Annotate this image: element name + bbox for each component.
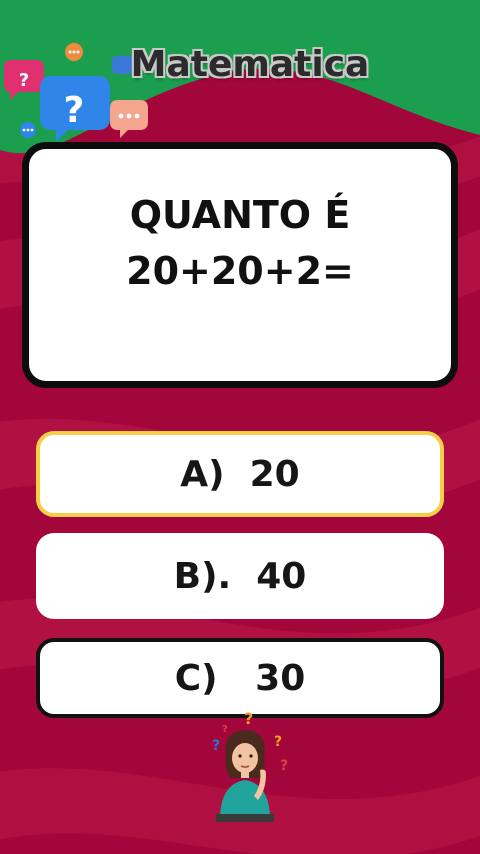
answer-option-c[interactable]: C) 30 (36, 638, 444, 718)
svg-text:?: ? (274, 734, 282, 750)
answer-option-c-label: C) 30 (174, 657, 306, 699)
speech-bubble-question-icon: ? (40, 76, 110, 142)
quiz-screen: ? ? Matematica QUANTO É 20+20+2= A) 20 B… (0, 0, 480, 854)
answer-option-b[interactable]: B). 40 (36, 533, 444, 619)
svg-text:?: ? (280, 758, 288, 774)
question-line-1: QUANTO É (129, 193, 351, 237)
speech-bubble-dots-icon (110, 100, 148, 138)
thinking-woman-icon: ? ? ? ? ? (212, 710, 288, 822)
answer-option-a[interactable]: A) 20 (36, 431, 444, 517)
svg-text:?: ? (244, 710, 253, 728)
answer-option-b-label: B). 40 (173, 555, 307, 597)
speech-bubble-question-icon: ? (4, 60, 44, 100)
svg-text:?: ? (64, 90, 85, 131)
svg-text:?: ? (19, 70, 29, 91)
question-line-2: 20+20+2= (126, 249, 354, 293)
question-card: QUANTO É 20+20+2= (22, 142, 458, 388)
answer-option-a-label: A) 20 (180, 453, 300, 495)
svg-text:?: ? (222, 724, 228, 735)
svg-text:?: ? (212, 738, 220, 754)
quiz-title: Matematica (130, 43, 370, 85)
